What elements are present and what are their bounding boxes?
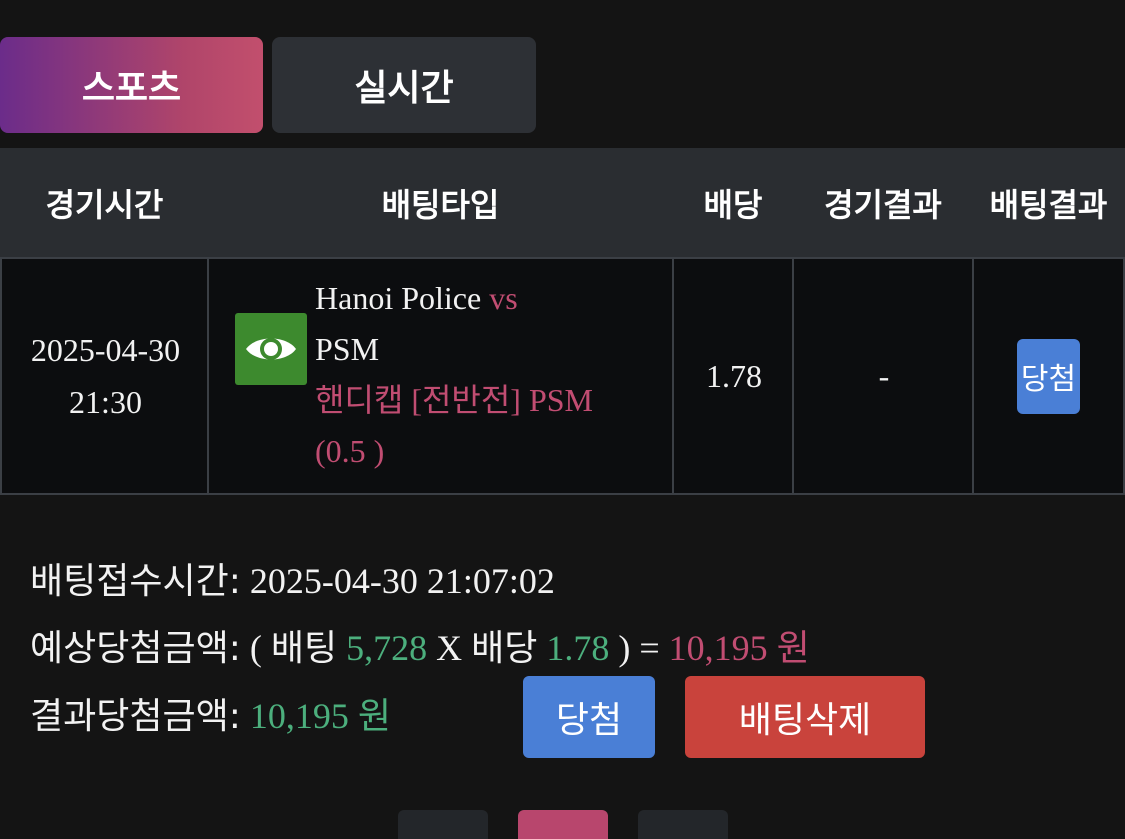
header-match-time: 경기시간 xyxy=(45,185,164,224)
match-time: 21:30 xyxy=(69,384,142,420)
page-next-button[interactable] xyxy=(638,810,728,839)
bet-type-label: 핸디캡 [전반전] PSM xyxy=(315,382,593,418)
bet-line: (0.5 ) xyxy=(315,433,385,469)
result-label: 결과당첨금액: xyxy=(30,696,241,737)
received-time-line: 배팅접수시간: 2025-04-30 21:07:02 xyxy=(30,552,555,604)
header-bet-type: 배팅타입 xyxy=(381,185,500,224)
away-team: PSM xyxy=(315,331,380,367)
delete-bet-button[interactable]: 배팅삭제 xyxy=(685,676,925,758)
expected-x-odds: X 배당 xyxy=(436,628,538,668)
expected-odds: 1.78 xyxy=(546,628,610,668)
expected-win-amount: 10,195 원 xyxy=(668,628,810,668)
bet-result-badge: 당첨 xyxy=(1017,338,1080,414)
received-value: 2025-04-30 21:07:02 xyxy=(249,561,555,601)
cell-match-result: - xyxy=(792,259,974,493)
tab-live[interactable]: 실시간 xyxy=(272,37,536,133)
received-label: 배팅접수시간: xyxy=(30,561,241,602)
vs-label: vs xyxy=(489,280,518,316)
odds-value: 1.78 xyxy=(706,357,762,394)
header-bet-result: 배팅결과 xyxy=(989,185,1108,224)
table-row: 2025-04-30 21:30 Hanoi Police vs PSM 핸디캡… xyxy=(0,257,1125,495)
tab-bar: 스포츠 실시간 xyxy=(0,37,1125,133)
expected-bet-amount: 5,728 xyxy=(346,628,428,668)
page-current-button[interactable] xyxy=(518,810,608,839)
cell-match-time: 2025-04-30 21:30 xyxy=(0,259,209,493)
expected-close: ) = xyxy=(618,628,660,668)
match-result-value: - xyxy=(878,357,890,394)
pagination xyxy=(0,810,1125,839)
result-win-amount: 10,195 원 xyxy=(249,696,391,736)
cell-bet-type: Hanoi Police vs PSM 핸디캡 [전반전] PSM (0.5 ) xyxy=(207,259,674,493)
tab-sports[interactable]: 스포츠 xyxy=(0,37,263,133)
bet-type-text: Hanoi Police vs PSM 핸디캡 [전반전] PSM (0.5 ) xyxy=(315,273,675,477)
cell-odds: 1.78 xyxy=(672,259,794,493)
win-button[interactable]: 당첨 xyxy=(523,676,655,758)
home-team: Hanoi Police xyxy=(315,280,482,316)
header-odds: 배당 xyxy=(703,185,763,224)
table-header: 경기시간 배팅타입 배당 경기결과 배팅결과 xyxy=(0,148,1125,257)
expected-label: 예상당첨금액: xyxy=(30,628,241,669)
header-match-result: 경기결과 xyxy=(824,185,942,224)
eye-icon[interactable] xyxy=(235,313,307,385)
cell-bet-result: 당첨 xyxy=(972,259,1125,493)
page-prev-button[interactable] xyxy=(398,810,488,839)
result-amount-line: 결과당첨금액: 10,195 원 xyxy=(30,687,391,739)
match-date: 2025-04-30 xyxy=(30,332,181,368)
expected-open: ( 배팅 xyxy=(249,628,338,668)
expected-amount-line: 예상당첨금액: ( 배팅 5,728 X 배당 1.78 ) = 10,195 … xyxy=(30,619,810,671)
